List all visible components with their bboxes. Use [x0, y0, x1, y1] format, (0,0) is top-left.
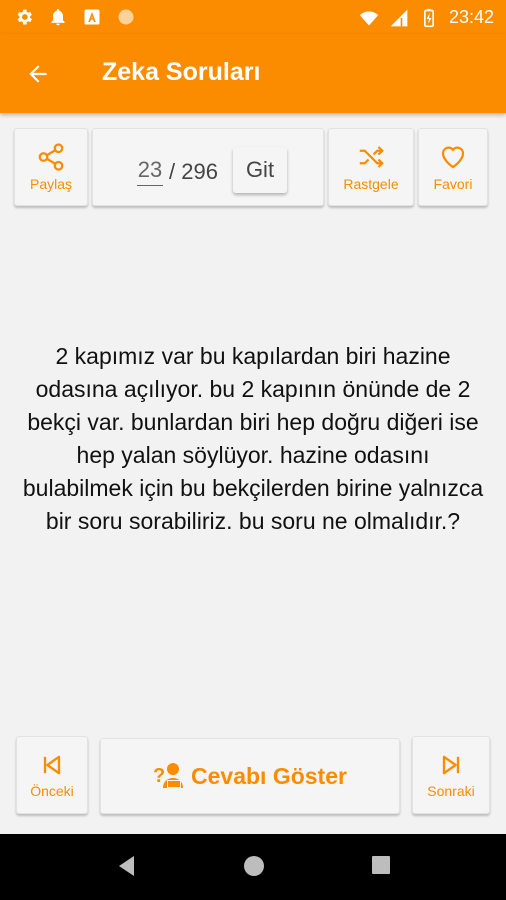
- next-button[interactable]: Sonraki: [412, 736, 490, 814]
- arrow-left-icon: [29, 65, 47, 83]
- app-a-icon: [84, 9, 100, 25]
- status-clock: 23:42: [448, 7, 494, 27]
- go-button[interactable]: Git: [233, 147, 287, 193]
- previous-label: Önceki: [30, 783, 74, 799]
- page-title: Zeka Soruları: [102, 58, 261, 86]
- bottom-action-bar: Önceki ? Cevabı Göster Sonraki: [4, 728, 502, 826]
- notification-bell-icon: [51, 9, 65, 26]
- back-button[interactable]: [20, 56, 56, 92]
- favorite-label: Favori: [433, 176, 473, 192]
- favorite-button[interactable]: Favori: [418, 128, 488, 206]
- heart-icon: [441, 146, 465, 169]
- signal-icon: [390, 9, 408, 26]
- question-person-icon: ?: [153, 760, 187, 792]
- shuffle-icon: [359, 146, 384, 168]
- show-answer-button[interactable]: ? Cevabı Göster: [100, 738, 400, 814]
- share-button[interactable]: Paylaş: [14, 128, 88, 206]
- system-nav-bar: [0, 834, 506, 900]
- nav-back-icon[interactable]: [116, 854, 138, 878]
- skip-previous-icon: [43, 755, 61, 775]
- settings-icon: [17, 9, 32, 25]
- random-label: Rastgele: [343, 176, 399, 192]
- skip-next-icon: [442, 755, 460, 775]
- show-answer-label: Cevabı Göster: [191, 762, 347, 789]
- nav-recents-icon[interactable]: [370, 854, 392, 876]
- page-total: / 296: [169, 159, 218, 184]
- page-navigator: 23 / 296 Git: [92, 128, 324, 206]
- app-bar: Zeka Soruları: [0, 34, 506, 113]
- previous-button[interactable]: Önceki: [16, 736, 88, 814]
- share-label: Paylaş: [29, 176, 73, 192]
- random-button[interactable]: Rastgele: [328, 128, 414, 206]
- svg-text:?: ?: [153, 765, 165, 787]
- status-bar: 23:42: [0, 0, 506, 34]
- battery-charging-icon: [423, 8, 434, 27]
- page-number-input[interactable]: 23: [137, 157, 163, 186]
- circle-icon: [118, 9, 134, 25]
- wifi-icon: [359, 10, 379, 25]
- nav-home-icon[interactable]: [242, 854, 266, 878]
- question-text: 2 kapımız var bu kapılardan biri hazine …: [22, 343, 484, 534]
- question-toolbar: Paylaş 23 / 296 Git Rastgele Favori: [4, 120, 502, 220]
- share-icon: [38, 143, 64, 171]
- next-label: Sonraki: [427, 783, 475, 799]
